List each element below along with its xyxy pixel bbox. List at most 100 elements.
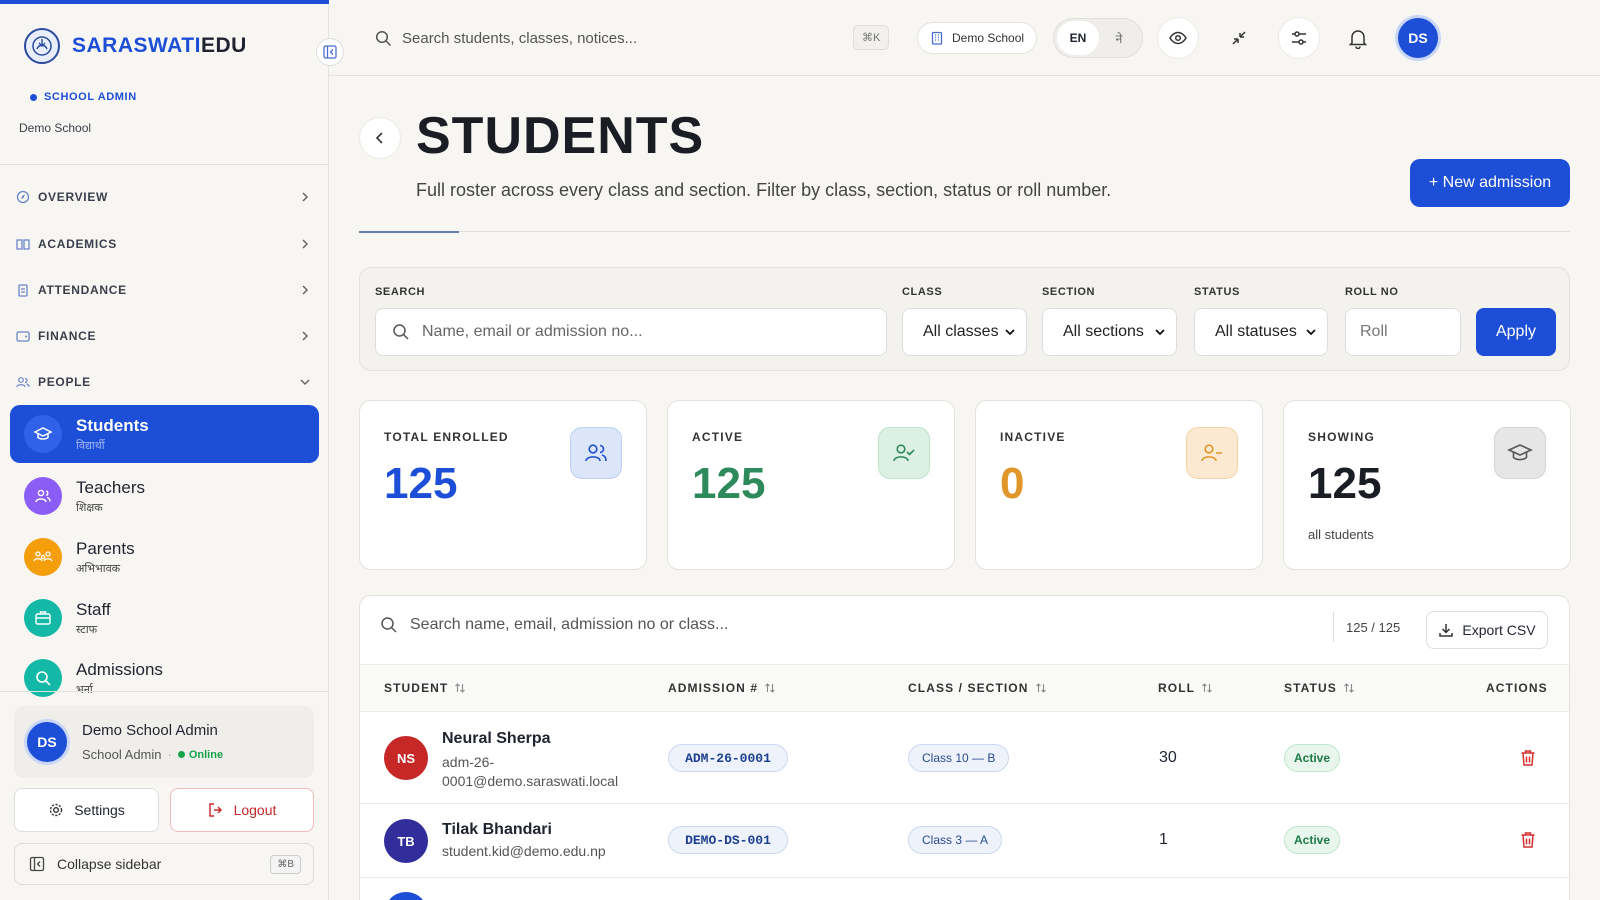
school-switcher[interactable]: Demo School <box>917 22 1038 54</box>
logo-icon <box>24 28 60 64</box>
bell-icon <box>1348 30 1368 49</box>
global-search[interactable]: Search students, classes, notices... <box>375 22 875 54</box>
filters-button[interactable] <box>1278 17 1320 59</box>
class-select[interactable]: All classes <box>902 308 1027 356</box>
graduation-cap-icon <box>1494 427 1546 479</box>
stat-label: INACTIVE <box>1000 430 1066 444</box>
minimize-button[interactable] <box>1218 17 1260 59</box>
sort-icon <box>1343 683 1354 693</box>
table-row[interactable]: TB Tilak Bhandari student.kid@demo.edu.n… <box>360 804 1569 878</box>
sort-icon <box>765 683 776 693</box>
sidebar-item-label: Parents <box>76 538 135 558</box>
status-label: STATUS <box>1194 286 1240 298</box>
sidebar-item-label: Staff <box>76 599 111 619</box>
apply-button[interactable]: Apply <box>1476 308 1556 356</box>
logout-button[interactable]: Logout <box>170 788 314 832</box>
status-select[interactable]: All statuses <box>1194 308 1328 356</box>
table-row[interactable]: NS Neural Sherpa adm-26- 0001@demo.sarasw… <box>360 712 1569 804</box>
nav-group-overview[interactable]: OVERVIEW <box>16 190 312 204</box>
table-row[interactable] <box>360 878 1569 900</box>
nav-group-academics[interactable]: ACADEMICS <box>16 237 312 251</box>
delete-button[interactable] <box>1520 749 1536 767</box>
nav-group-label: FINANCE <box>38 329 97 343</box>
panel-toggle-icon <box>323 45 337 59</box>
student-name[interactable]: Tilak Bhandari <box>442 821 552 839</box>
export-label: Export CSV <box>1462 622 1536 638</box>
filter-search-input[interactable]: Name, email or admission no... <box>375 308 887 356</box>
stat-value: 125 <box>384 459 458 508</box>
column-header-class[interactable]: CLASS / SECTION <box>908 681 1047 695</box>
teacher-icon <box>24 477 62 515</box>
chevron-down-icon <box>1005 329 1015 336</box>
column-header-status[interactable]: STATUS <box>1284 681 1355 695</box>
minimize-icon <box>1232 31 1246 45</box>
sidebar-item-students[interactable]: Students विद्यार्थी <box>10 405 319 463</box>
sidebar-item-sublabel: शिक्षक <box>76 501 103 514</box>
briefcase-icon <box>24 599 62 637</box>
student-email: student.kid@demo.edu.np <box>442 843 606 859</box>
column-header-student[interactable]: STUDENT <box>384 681 466 695</box>
page-title: STUDENTS <box>416 107 705 165</box>
nav-group-attendance[interactable]: ATTENDANCE <box>16 283 312 297</box>
chevron-down-icon <box>300 379 310 386</box>
user-minus-icon <box>1186 427 1238 479</box>
avatar[interactable]: DS <box>1395 15 1441 61</box>
class-badge: Class 3 — A <box>908 826 1003 854</box>
column-header-roll[interactable]: ROLL <box>1158 681 1213 695</box>
column-header-admission[interactable]: ADMISSION # <box>668 681 776 695</box>
sidebar-item-admissions[interactable]: Admissions भर्ना <box>10 649 319 707</box>
sort-icon <box>455 683 466 693</box>
chevron-right-icon <box>302 239 309 249</box>
global-search-input[interactable]: Search students, classes, notices... <box>402 30 637 47</box>
language-toggle[interactable]: EN ने <box>1053 18 1143 58</box>
class-select-value: All classes <box>923 323 999 340</box>
nav-group-finance[interactable]: FINANCE <box>16 329 312 343</box>
sidebar-item-teachers[interactable]: Teachers शिक्षक <box>10 467 319 525</box>
collapse-sidebar-button[interactable]: Collapse sidebar ⌘B <box>14 843 314 885</box>
chevron-right-icon <box>302 331 309 341</box>
export-csv-button[interactable]: Export CSV <box>1426 611 1548 649</box>
student-email: adm-26- 0001@demo.saraswati.local <box>442 754 619 789</box>
chevron-right-icon <box>302 192 309 202</box>
delete-button[interactable] <box>1520 831 1536 849</box>
notifications-button[interactable] <box>1337 17 1379 59</box>
nav-group-people[interactable]: PEOPLE <box>16 375 312 389</box>
roll-input[interactable]: Roll <box>1345 308 1461 356</box>
shortcut-hint: ⌘K <box>853 25 890 50</box>
sidebar-item-staff[interactable]: Staff स्टाफ <box>10 589 319 647</box>
sidebar-item-sublabel: अभिभावक <box>76 562 121 575</box>
new-admission-button[interactable]: + New admission <box>1410 159 1570 207</box>
stat-value: 125 <box>1308 459 1382 508</box>
sidebar-toggle-button[interactable] <box>316 38 344 66</box>
settings-button[interactable]: Settings <box>14 788 159 832</box>
family-icon <box>24 538 62 576</box>
preview-button[interactable] <box>1157 17 1199 59</box>
stat-label: ACTIVE <box>692 430 744 444</box>
brand[interactable]: SARASWATIEDU <box>24 28 247 64</box>
settings-label: Settings <box>74 802 125 818</box>
lang-ne[interactable]: ने <box>1099 30 1139 47</box>
role-badge: SCHOOL ADMIN <box>30 91 137 103</box>
avatar: DS <box>24 719 70 765</box>
student-name[interactable]: Neural Sherpa <box>442 730 550 748</box>
roll-label: ROLL NO <box>1345 286 1399 298</box>
gear-icon <box>50 803 63 817</box>
admission-number: DEMO-DS-001 <box>668 826 788 854</box>
back-button[interactable] <box>359 117 401 159</box>
sidebar: SARASWATIEDU SCHOOL ADMIN Demo School OV… <box>0 0 329 900</box>
table-search-input[interactable]: Search name, email, admission no or clas… <box>380 616 728 634</box>
sidebar-item-label: Admissions <box>76 659 163 679</box>
divider <box>359 231 1570 233</box>
user-role: School Admin <box>82 747 162 762</box>
sidebar-item-parents[interactable]: Parents अभिभावक <box>10 528 319 586</box>
lang-en[interactable]: EN <box>1057 21 1099 55</box>
stat-label: SHOWING <box>1308 430 1376 444</box>
stat-value: 125 <box>692 459 766 508</box>
user-card[interactable]: DS Demo School Admin School Admin · Online <box>14 706 314 778</box>
sidebar-item-sublabel: विद्यार्थी <box>76 439 105 452</box>
nav-group-label: ATTENDANCE <box>38 283 127 297</box>
section-select[interactable]: All sections <box>1042 308 1177 356</box>
avatar: TB <box>384 819 428 863</box>
section-select-value: All sections <box>1063 323 1144 340</box>
students-table: Search name, email, admission no or clas… <box>359 595 1570 900</box>
